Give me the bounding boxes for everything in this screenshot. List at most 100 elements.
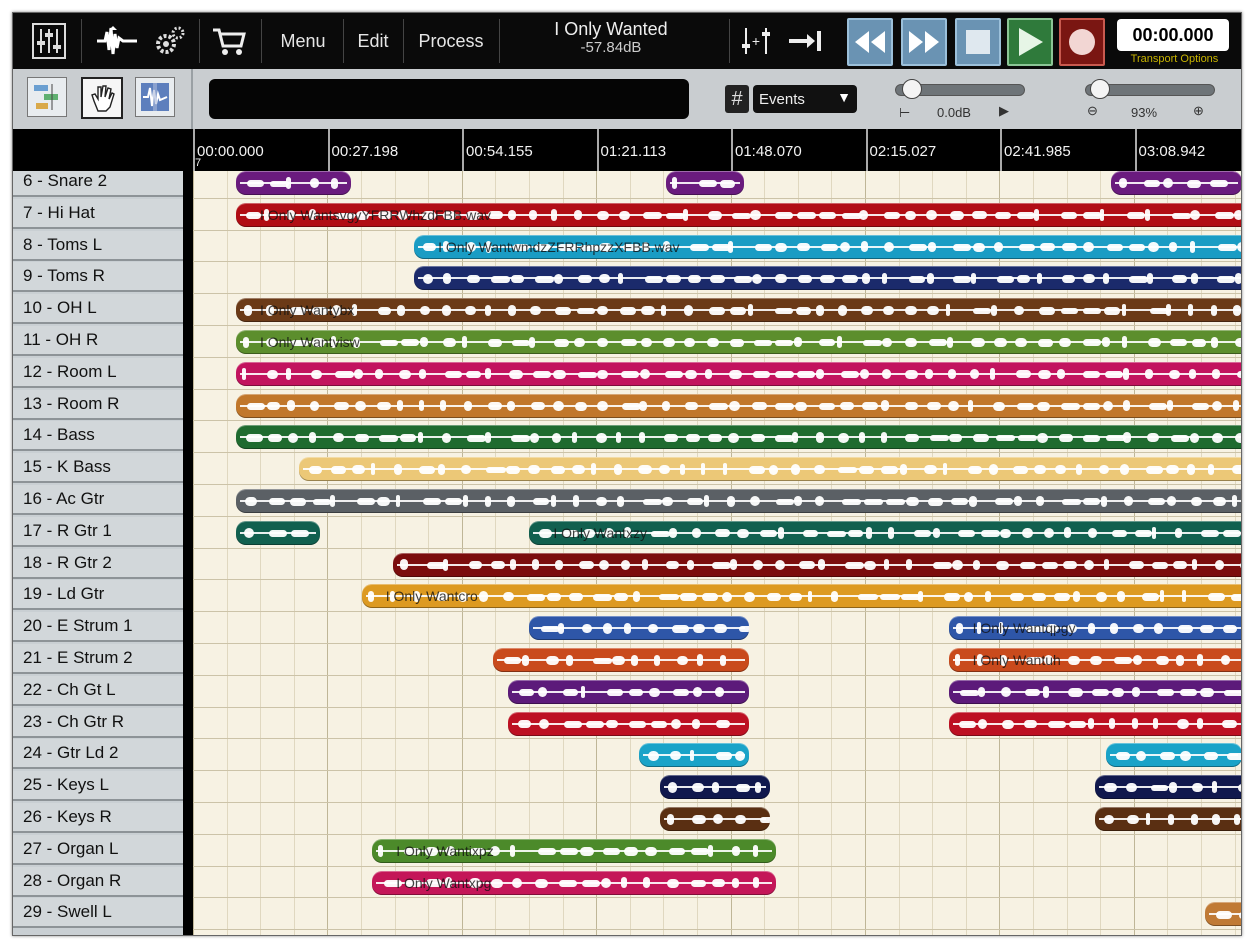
- play-button[interactable]: [1007, 18, 1053, 66]
- audio-clip[interactable]: I Only Wantybx: [235, 298, 1241, 323]
- waveform-icon[interactable]: [91, 13, 143, 69]
- rewind-button[interactable]: [847, 18, 893, 66]
- ruler-tick: [865, 129, 868, 171]
- menu-button[interactable]: Menu: [265, 13, 341, 69]
- track-name[interactable]: 12 - Room L: [13, 357, 183, 388]
- track-name[interactable]: 23 - Ch Gtr R: [13, 707, 183, 738]
- track-name[interactable]: 8 - Toms L: [13, 230, 183, 261]
- audio-clip[interactable]: [235, 171, 352, 195]
- audio-clip[interactable]: [948, 711, 1241, 736]
- clip-waveform-peaks: [299, 457, 1241, 481]
- audio-clip[interactable]: [529, 616, 750, 641]
- transport-options-link[interactable]: Transport Options: [1117, 53, 1232, 65]
- audio-clip[interactable]: [1095, 807, 1241, 831]
- audio-clip[interactable]: [1095, 775, 1241, 800]
- track-name[interactable]: 7 - Hi Hat: [13, 198, 183, 229]
- audio-clip[interactable]: [235, 425, 1241, 450]
- events-dropdown[interactable]: Events ▼: [753, 85, 857, 113]
- mixer-icon[interactable]: [27, 13, 71, 69]
- lane-divider: [193, 802, 1241, 803]
- zoom-slider[interactable]: [1085, 79, 1215, 99]
- track-name[interactable]: 18 - R Gtr 2: [13, 548, 183, 579]
- audio-clip[interactable]: [508, 711, 750, 736]
- audio-clip[interactable]: I Only WantsvgyYFRRWhzdFBB.wav: [235, 202, 1241, 227]
- edit-button[interactable]: Edit: [345, 13, 401, 69]
- grid-line: [293, 171, 295, 935]
- gear-icon[interactable]: [147, 13, 191, 69]
- lane-divider: [193, 897, 1241, 899]
- track-name[interactable]: 10 - OH L: [13, 294, 183, 325]
- grid-icon[interactable]: #: [725, 85, 749, 113]
- zoom-in-icon[interactable]: ⊕: [1193, 103, 1204, 119]
- audio-clip[interactable]: [235, 489, 1241, 513]
- track-name[interactable]: 9 - Toms R: [13, 262, 183, 293]
- audio-clip[interactable]: I Only Wantvisw: [235, 330, 1241, 354]
- eq-insert-icon[interactable]: +: [733, 13, 779, 69]
- audio-clip[interactable]: [235, 393, 1241, 418]
- track-name[interactable]: 14 - Bass: [13, 421, 183, 452]
- toolbar-separator: [199, 19, 200, 63]
- track-name[interactable]: 17 - R Gtr 1: [13, 516, 183, 547]
- track-name[interactable]: 19 - Ld Gtr: [13, 580, 183, 611]
- track-name[interactable]: 20 - E Strum 1: [13, 612, 183, 643]
- track-name[interactable]: 25 - Keys L: [13, 771, 183, 802]
- audio-clip[interactable]: [492, 648, 750, 672]
- record-button[interactable]: [1059, 18, 1105, 66]
- audio-clip[interactable]: [665, 171, 745, 195]
- audio-clip[interactable]: [508, 679, 750, 704]
- clip-waveform-peaks: [1095, 775, 1241, 799]
- track-name[interactable]: 26 - Keys R: [13, 803, 183, 833]
- process-button[interactable]: Process: [405, 13, 497, 69]
- stop-button[interactable]: [955, 18, 1001, 66]
- track-name[interactable]: 24 - Gtr Ld 2: [13, 739, 183, 770]
- cart-icon[interactable]: [205, 13, 253, 69]
- time-display[interactable]: 00:00.000: [1117, 19, 1229, 51]
- track-name[interactable]: 21 - E Strum 2: [13, 644, 183, 674]
- audio-clip[interactable]: [660, 775, 771, 800]
- events-dropdown-label: Events: [759, 90, 805, 108]
- audio-clip[interactable]: [414, 266, 1241, 291]
- lane-divider: [193, 579, 1241, 581]
- track-name[interactable]: 27 - Organ L: [13, 834, 183, 865]
- audio-clip[interactable]: [393, 552, 1241, 577]
- audio-clip[interactable]: I Only Wantcro: [361, 584, 1241, 609]
- audio-clip[interactable]: [1105, 743, 1241, 768]
- timeline-ruler[interactable]: 7 00:00.000 00:27.198 00:54.155 01:21.113 01…: [13, 129, 1241, 171]
- audio-clip[interactable]: [1205, 902, 1241, 927]
- audio-clip[interactable]: I Only Wantxpg: [372, 870, 776, 895]
- ruler-label: 02:15.027: [869, 143, 937, 160]
- clip-waveform-peaks: [949, 680, 1241, 704]
- audio-clip[interactable]: I Only Wantuh: [948, 648, 1241, 672]
- audio-clip[interactable]: [1111, 171, 1241, 195]
- track-name[interactable]: 11 - OH R: [13, 326, 183, 356]
- audio-clip[interactable]: [660, 807, 771, 831]
- track-name[interactable]: 13 - Room R: [13, 389, 183, 420]
- volume-slider[interactable]: [895, 79, 1025, 99]
- volume-slider-knob[interactable]: [902, 79, 922, 99]
- zoom-out-icon[interactable]: ⊖: [1087, 103, 1098, 119]
- hand-tool-icon[interactable]: [81, 77, 123, 119]
- track-name[interactable]: 6 - Snare 2: [13, 171, 183, 197]
- audio-clip[interactable]: I Only Wantqpgy: [948, 616, 1241, 641]
- audio-clip[interactable]: I Only Wantxzy: [529, 520, 1241, 545]
- audio-clip[interactable]: [298, 457, 1241, 482]
- rewind-icon: [855, 31, 885, 53]
- audio-clip[interactable]: [639, 743, 750, 768]
- audio-clip[interactable]: I Only WantwmdzZFRRhpzzXFBB.wav: [414, 234, 1241, 259]
- go-to-end-icon[interactable]: [781, 13, 829, 69]
- audio-clip[interactable]: [235, 361, 1241, 386]
- track-name[interactable]: 16 - Ac Gtr: [13, 485, 183, 515]
- fast-forward-button[interactable]: [901, 18, 947, 66]
- track-name[interactable]: 28 - Organ R: [13, 866, 183, 897]
- arrange-tool-icon[interactable]: [27, 77, 67, 117]
- audio-clip[interactable]: [948, 679, 1241, 704]
- track-lanes[interactable]: I Only WantsvgyYFRRWhzdFBB.wav I Only Wan…: [193, 171, 1241, 935]
- track-name[interactable]: 22 - Ch Gt L: [13, 675, 183, 706]
- audio-clip[interactable]: [235, 520, 320, 545]
- edit-waveform-tool-icon[interactable]: [135, 77, 175, 117]
- track-name[interactable]: 15 - K Bass: [13, 453, 183, 484]
- audio-clip[interactable]: I Only Wantixpz: [372, 838, 776, 863]
- zoom-slider-knob[interactable]: [1090, 79, 1110, 99]
- track-name[interactable]: 29 - Swell L: [13, 898, 183, 929]
- clip-waveform-peaks: [393, 553, 1241, 577]
